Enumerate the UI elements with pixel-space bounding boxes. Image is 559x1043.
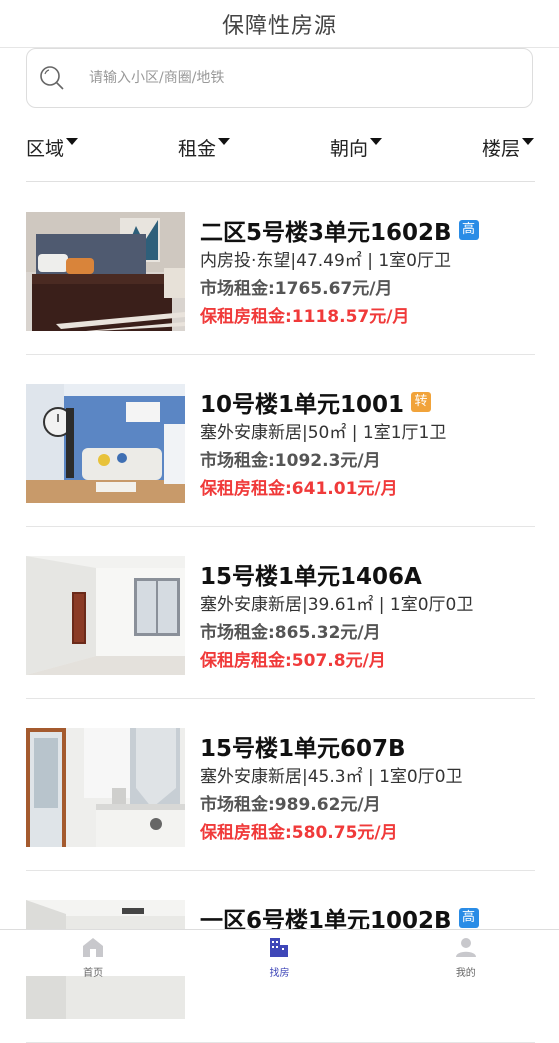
listing-tag-badge: 转: [411, 392, 432, 412]
app-header: 保障性房源: [0, 0, 559, 48]
listing-name: 15号楼1单元607B: [200, 736, 406, 762]
listing-name: 二区5号楼3单元1602B: [200, 220, 452, 246]
user-icon: [454, 936, 478, 962]
search-input[interactable]: [87, 69, 471, 87]
search-box[interactable]: [26, 48, 533, 108]
tab-label: 首页: [83, 968, 104, 979]
dropdown-arrow-icon: [218, 138, 231, 145]
bedroom-photo: [26, 212, 185, 331]
market-rent: 市场租金:1765.67元/月: [200, 279, 393, 299]
protected-rent: 保租房租金:580.75元/月: [200, 823, 398, 843]
filter-bar: 区域 租金 朝向 楼层: [26, 128, 535, 182]
protected-rent: 保租房租金:507.8元/月: [200, 651, 386, 671]
dropdown-arrow-icon: [522, 138, 535, 145]
protected-rent: 保租房租金:641.01元/月: [200, 479, 398, 499]
dropdown-arrow-icon: [66, 138, 79, 145]
listing-card[interactable]: 15号楼1单元1406A 塞外安康新居|39.61㎡ | 1室0厅0卫 市场租金…: [26, 527, 535, 699]
tab-home[interactable]: 首页: [0, 930, 186, 979]
tab-profile[interactable]: 我的: [373, 930, 559, 979]
listing-description: 塞外安康新居|39.61㎡ | 1室0厅0卫: [200, 595, 474, 615]
filter-orientation[interactable]: 朝向: [330, 134, 383, 161]
filter-label: 租金: [178, 138, 217, 160]
listing-tag-badge: 高: [458, 220, 479, 240]
kitchen-photo: [26, 728, 185, 847]
listing-name: 10号楼1单元1001: [200, 392, 405, 418]
tab-label: 找房: [269, 968, 290, 979]
listing-title: 二区5号楼3单元1602B 高: [200, 213, 535, 247]
listing-card[interactable]: 10号楼1单元1001 转 塞外安康新居|50㎡ | 1室1厅1卫 市场租金:1…: [26, 355, 535, 527]
empty-room-photo: [26, 556, 185, 675]
listing-description: 内房投·东望|47.49㎡ | 1室0厅卫: [200, 251, 451, 271]
listing-tag-badge: 高: [458, 908, 479, 928]
listing-title: 10号楼1单元1001 转: [200, 385, 535, 419]
search-icon: [37, 63, 67, 93]
filter-label: 区域: [26, 138, 65, 160]
tab-find-house[interactable]: 找房: [186, 930, 372, 979]
filter-region[interactable]: 区域: [26, 134, 79, 161]
listing-description: 塞外安康新居|45.3㎡ | 1室0厅0卫: [200, 767, 463, 787]
listing-list: 二区5号楼3单元1602B 高 内房投·东望|47.49㎡ | 1室0厅卫 市场…: [26, 183, 535, 1043]
listing-title: 15号楼1单元1406A: [200, 557, 535, 591]
home-icon: [81, 936, 105, 962]
listing-card[interactable]: 二区5号楼3单元1602B 高 内房投·东望|47.49㎡ | 1室0厅卫 市场…: [26, 183, 535, 355]
listing-description: 塞外安康新居|50㎡ | 1室1厅1卫: [200, 423, 447, 443]
bottom-tab-bar: 首页 找房 我的: [0, 929, 559, 979]
filter-floor[interactable]: 楼层: [482, 134, 535, 161]
tab-label: 我的: [455, 968, 476, 979]
listing-title: 15号楼1单元607B: [200, 729, 535, 763]
page-title: 保障性房源: [221, 13, 337, 39]
filter-rent[interactable]: 租金: [178, 134, 231, 161]
filter-label: 朝向: [330, 138, 369, 160]
living-room-photo: [26, 384, 185, 503]
market-rent: 市场租金:865.32元/月: [200, 623, 381, 643]
filter-label: 楼层: [482, 138, 521, 160]
market-rent: 市场租金:1092.3元/月: [200, 451, 381, 471]
protected-rent: 保租房租金:1118.57元/月: [200, 307, 410, 327]
dropdown-arrow-icon: [370, 138, 383, 145]
building-icon: [267, 936, 291, 962]
listing-name: 15号楼1单元1406A: [200, 564, 422, 590]
market-rent: 市场租金:989.62元/月: [200, 795, 381, 815]
listing-card[interactable]: 15号楼1单元607B 塞外安康新居|45.3㎡ | 1室0厅0卫 市场租金:9…: [26, 699, 535, 871]
